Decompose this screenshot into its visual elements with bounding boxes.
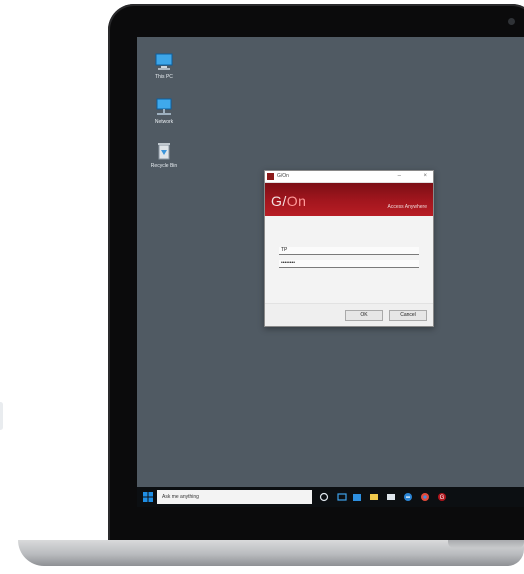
task-view-icon[interactable] bbox=[337, 492, 347, 502]
logo-suffix: On bbox=[286, 193, 307, 209]
desktop-icon-label: This PC bbox=[155, 74, 173, 80]
cancel-button[interactable]: Cancel bbox=[389, 310, 427, 321]
taskbar: Ask me anything G bbox=[137, 487, 524, 507]
desktop-icon-this-pc[interactable]: This PC bbox=[142, 52, 186, 80]
app-icon bbox=[267, 173, 274, 180]
store-icon[interactable] bbox=[352, 492, 362, 502]
mail-icon[interactable] bbox=[386, 492, 396, 502]
username-field[interactable]: TP bbox=[279, 247, 419, 255]
webcam bbox=[508, 18, 515, 25]
edge-icon[interactable] bbox=[403, 492, 413, 502]
recycle-bin-icon bbox=[158, 143, 170, 160]
desktop-screen: This PC Network Recycle Bin G/On – × G/O… bbox=[137, 37, 524, 507]
logo-prefix: G/ bbox=[271, 193, 287, 209]
taskbar-search-input[interactable]: Ask me anything bbox=[157, 490, 312, 504]
svg-text:G: G bbox=[440, 495, 445, 501]
gon-app-icon[interactable]: G bbox=[437, 492, 447, 502]
ok-button[interactable]: OK bbox=[345, 310, 383, 321]
cortana-icon[interactable] bbox=[319, 492, 329, 502]
password-field[interactable]: •••••••• bbox=[279, 260, 419, 268]
dialog-title: G/On bbox=[277, 173, 289, 179]
desktop-icon-recycle-bin[interactable]: Recycle Bin bbox=[142, 141, 186, 169]
login-form: TP •••••••• bbox=[279, 247, 419, 273]
minimize-button[interactable]: – bbox=[398, 172, 401, 181]
laptop-base-notch bbox=[448, 540, 524, 548]
brand-tagline: Access Anywhere bbox=[387, 204, 427, 210]
dialog-button-bar: OK Cancel bbox=[265, 303, 433, 326]
file-explorer-icon[interactable] bbox=[369, 492, 379, 502]
dialog-titlebar: G/On – × bbox=[265, 171, 433, 183]
desktop-icon-label: Recycle Bin bbox=[150, 163, 178, 169]
brand-banner: G/On Access Anywhere bbox=[265, 183, 433, 216]
this-pc-icon bbox=[155, 53, 173, 70]
decorative-edge bbox=[0, 402, 3, 430]
network-icon bbox=[156, 98, 172, 115]
close-button[interactable]: × bbox=[423, 172, 427, 181]
login-dialog: G/On – × G/On Access Anywhere TP •••••••… bbox=[264, 170, 434, 327]
desktop-icon-label: Network bbox=[154, 119, 174, 125]
windows-start-icon[interactable] bbox=[143, 492, 153, 502]
chrome-icon[interactable] bbox=[420, 492, 430, 502]
desktop-icon-network[interactable]: Network bbox=[142, 97, 186, 125]
brand-logo: G/On bbox=[271, 193, 306, 209]
